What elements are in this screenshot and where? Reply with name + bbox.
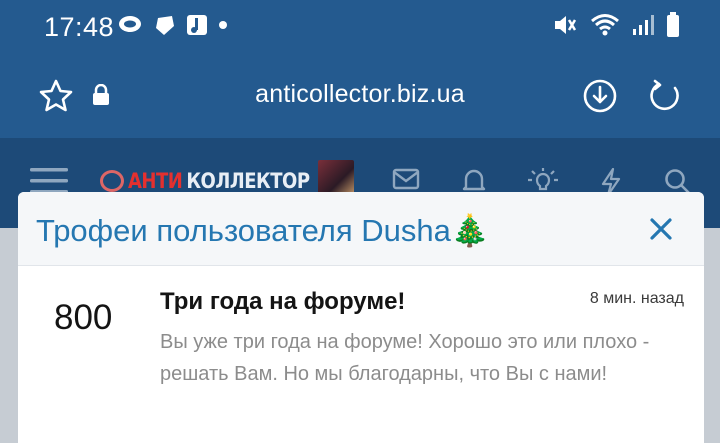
trophy-title: Три года на форуме! — [160, 288, 406, 315]
trophy-item: 800 Три года на форуме! 8 мин. назад Вы … — [18, 266, 704, 443]
wifi-icon — [591, 14, 619, 36]
mute-icon — [555, 16, 577, 34]
bell-icon[interactable] — [462, 168, 486, 194]
status-bar: 17:48 — [0, 0, 720, 56]
logo-text-white: КОЛЛЕКТОР — [186, 168, 310, 194]
trophies-modal: Трофеи пользователя Dusha🎄 800 Три года … — [18, 192, 704, 443]
logo-text-red: АНТИ — [128, 168, 183, 194]
shield-badge-icon — [156, 16, 174, 35]
trophy-description: Вы уже три года на форуме! Хорошо это ил… — [160, 331, 650, 385]
trophy-points: 800 — [54, 298, 113, 337]
notification-icons — [118, 14, 228, 36]
download-icon[interactable] — [582, 78, 618, 114]
modal-header: Трофеи пользователя Dusha🎄 — [18, 192, 704, 266]
battery-icon — [667, 12, 679, 37]
browser-address-bar: anticollector.biz.ua — [0, 56, 720, 138]
user-avatar[interactable] — [318, 160, 354, 196]
signal-icon — [633, 15, 654, 35]
chat-bubble-icon — [119, 16, 141, 32]
dot-icon — [219, 21, 227, 29]
status-time: 17:48 — [44, 12, 115, 42]
close-icon[interactable] — [648, 216, 674, 242]
mail-icon[interactable] — [392, 168, 420, 190]
system-icons — [552, 12, 680, 38]
music-app-icon — [187, 15, 207, 35]
modal-title: Трофеи пользователя Dusha🎄 — [36, 213, 490, 248]
logo-shield-icon — [100, 170, 124, 192]
trophy-time: 8 мин. назад — [589, 290, 684, 307]
reload-icon[interactable] — [647, 78, 683, 114]
site-logo[interactable]: АНТИ КОЛЛЕКТОР — [100, 168, 310, 194]
